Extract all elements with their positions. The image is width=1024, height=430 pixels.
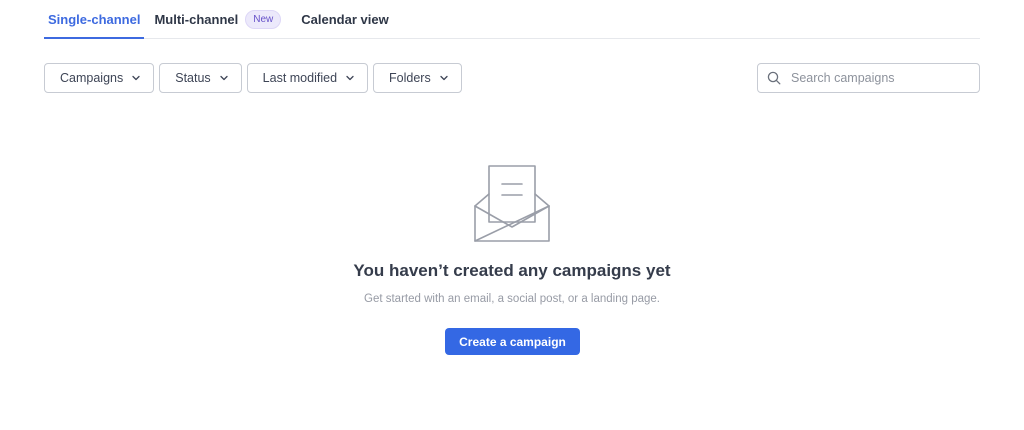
chevron-down-icon (346, 75, 354, 81)
empty-state-title: You haven’t created any campaigns yet (353, 261, 671, 280)
folders-filter-label: Folders (389, 71, 431, 85)
filter-bar: Campaigns Status Last modified Folders (44, 63, 467, 93)
chevron-down-icon (440, 75, 448, 81)
search-input[interactable] (789, 70, 973, 86)
tab-calendar-view-label: Calendar view (301, 11, 389, 27)
tab-single-channel[interactable]: Single-channel (44, 0, 145, 39)
last-modified-filter-label: Last modified (262, 71, 338, 85)
tab-multi-channel[interactable]: Multi-channel New (154, 0, 282, 38)
envelope-open-icon (474, 165, 550, 242)
empty-state-subtitle: Get started with an email, a social post… (364, 293, 660, 305)
folders-filter-dropdown[interactable]: Folders (373, 63, 462, 93)
chevron-down-icon (132, 75, 140, 81)
channel-tabs: Single-channel Multi-channel New Calenda… (44, 0, 980, 39)
campaigns-filter-dropdown[interactable]: Campaigns (44, 63, 155, 93)
search-box[interactable] (757, 63, 980, 93)
last-modified-filter-dropdown[interactable]: Last modified (246, 63, 369, 93)
search-icon (767, 71, 781, 85)
tab-calendar-view[interactable]: Calendar view (301, 0, 388, 38)
campaigns-filter-label: Campaigns (60, 71, 124, 85)
status-filter-label: Status (175, 71, 211, 85)
tab-multi-channel-label: Multi-channel (154, 11, 239, 27)
status-filter-dropdown[interactable]: Status (159, 63, 242, 93)
create-campaign-button[interactable]: Create a campaign (445, 328, 580, 355)
new-badge: New (245, 9, 282, 29)
campaigns-page: Single-channel Multi-channel New Calenda… (0, 0, 1024, 430)
tab-single-channel-label: Single-channel (48, 11, 141, 27)
chevron-down-icon (220, 75, 228, 81)
